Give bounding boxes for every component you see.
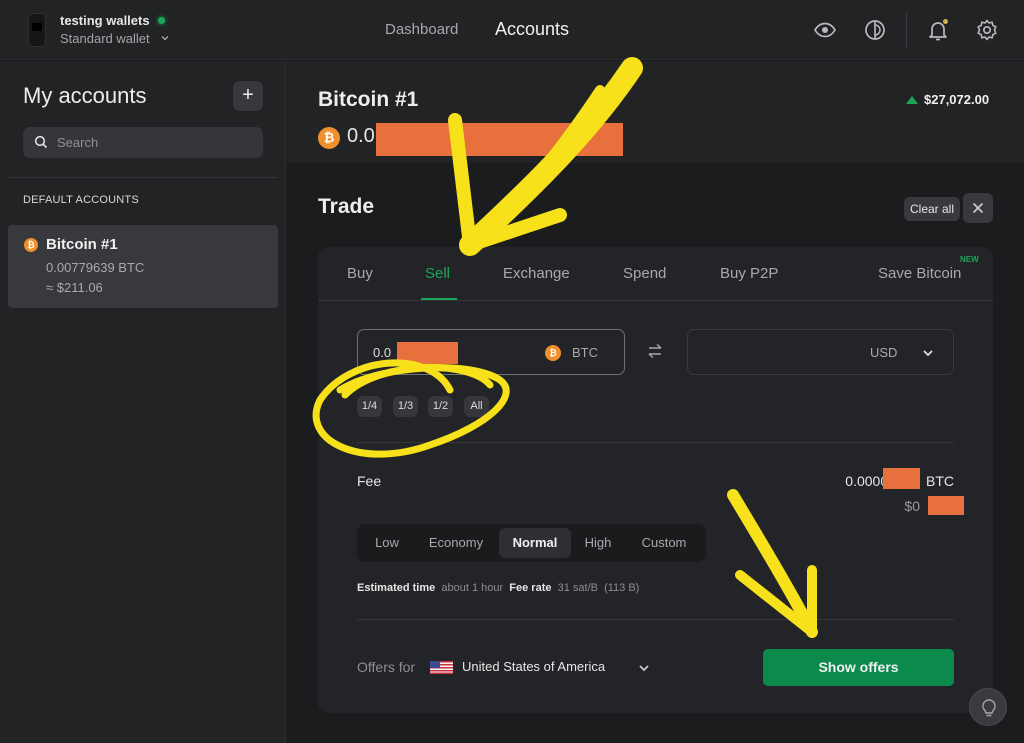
chevron-down-icon[interactable] [922, 347, 934, 359]
account-search[interactable] [23, 127, 263, 158]
lightbulb-icon [982, 699, 996, 717]
tab-exchange[interactable]: Exchange [503, 265, 570, 282]
toolbar-divider [906, 12, 907, 48]
redaction-box [397, 342, 458, 364]
fraction-half-button[interactable]: 1/2 [428, 396, 453, 417]
close-icon [972, 202, 984, 214]
fee-estimate-info: Estimated time about 1 hour Fee rate 31 … [357, 582, 639, 594]
new-badge: NEW [960, 255, 979, 264]
swap-icon[interactable] [647, 343, 663, 359]
nav-dashboard[interactable]: Dashboard [385, 21, 458, 38]
estimated-time-value: about 1 hour [441, 582, 504, 594]
estimated-time-label: Estimated time [357, 582, 436, 594]
country-selector[interactable]: United States of America [462, 659, 605, 674]
notification-badge [943, 19, 948, 24]
tips-button[interactable] [969, 688, 1007, 726]
show-offers-button[interactable]: Show offers [763, 649, 954, 686]
redaction-box [928, 496, 964, 515]
sidebar-divider [8, 177, 278, 178]
tab-save-bitcoin[interactable]: Save Bitcoin [878, 265, 961, 282]
trade-card: Buy Sell Exchange Spend Buy P2P Save Bit… [318, 247, 993, 713]
redaction-box [883, 468, 920, 489]
active-tab-indicator [421, 298, 457, 300]
connection-status-dot [158, 17, 165, 24]
receive-amount-input[interactable] [703, 330, 823, 374]
account-name: Bitcoin #1 [46, 236, 118, 253]
clear-all-button[interactable]: Clear all [904, 197, 961, 221]
fee-level-economy[interactable]: Economy [419, 528, 493, 558]
account-header: Bitcoin #1 ₿ 0.0 $27,072.00 [287, 61, 1024, 163]
account-item-bitcoin-1[interactable]: ₿ Bitcoin #1 0.00779639 BTC ≈ $211.06 [8, 225, 278, 308]
tx-size: (113 B) [604, 582, 640, 594]
chevron-down-icon[interactable] [638, 662, 650, 674]
fee-level-selector: Low Economy Normal High Custom [357, 524, 706, 562]
fee-level-low[interactable]: Low [363, 528, 411, 558]
top-bar: testing wallets Standard wallet Dashboar… [0, 0, 1024, 60]
wallet-name[interactable]: testing wallets [60, 13, 150, 28]
sidebar: My accounts + DEFAULT ACCOUNTS ₿ Bitcoin… [0, 61, 286, 743]
eye-icon[interactable] [813, 18, 837, 42]
account-fiat-balance: ≈ $211.06 [46, 280, 103, 295]
sell-currency: BTC [572, 345, 598, 360]
fee-level-custom[interactable]: Custom [629, 528, 699, 558]
receive-currency: USD [870, 345, 898, 360]
bitcoin-icon: ₿ [318, 127, 340, 149]
search-icon [34, 135, 48, 149]
fee-label: Fee [357, 473, 382, 489]
account-balance: 0.00779639 BTC [46, 260, 145, 275]
fraction-all-button[interactable]: All [464, 396, 489, 417]
trade-title: Trade [318, 195, 375, 218]
account-title: Bitcoin #1 [318, 88, 419, 111]
divider [357, 619, 954, 620]
wallet-type-selector[interactable]: Standard wallet [60, 31, 150, 46]
theme-contrast-icon[interactable] [863, 18, 887, 42]
sell-amount-field[interactable]: ₿ BTC [357, 329, 625, 375]
us-flag-icon [430, 661, 453, 674]
divider [357, 442, 954, 443]
fee-level-normal[interactable]: Normal [499, 528, 571, 558]
account-header-balance: 0.0 [347, 125, 375, 147]
search-input[interactable] [57, 127, 257, 158]
tab-buy[interactable]: Buy [347, 265, 373, 282]
redaction-box [376, 123, 623, 156]
nav-accounts[interactable]: Accounts [495, 19, 569, 40]
tab-sell[interactable]: Sell [425, 265, 450, 282]
fraction-third-button[interactable]: 1/3 [393, 396, 418, 417]
btc-price: $27,072.00 [924, 92, 990, 107]
close-trade-button[interactable] [963, 193, 993, 223]
sidebar-title: My accounts [23, 83, 147, 108]
section-label-default-accounts: DEFAULT ACCOUNTS [23, 194, 139, 206]
fee-rate-value: 31 sat/B [557, 582, 598, 594]
fee-rate-label: Fee rate [509, 582, 552, 594]
tab-spend[interactable]: Spend [623, 265, 666, 282]
chevron-down-icon[interactable] [160, 33, 170, 43]
fraction-quarter-button[interactable]: 1/4 [357, 396, 382, 417]
add-account-button[interactable]: + [233, 81, 263, 111]
gear-icon[interactable] [975, 18, 999, 42]
tab-buy-p2p[interactable]: Buy P2P [720, 265, 778, 282]
receive-currency-field[interactable]: USD [687, 329, 954, 375]
bitcoin-icon: ₿ [545, 345, 561, 361]
offers-for-label: Offers for [357, 659, 416, 675]
trade-tabs: Buy Sell Exchange Spend Buy P2P Save Bit… [318, 247, 993, 301]
hardware-wallet-icon [28, 13, 46, 47]
bitcoin-icon: ₿ [24, 238, 38, 252]
fee-level-high[interactable]: High [577, 528, 619, 558]
price-up-icon [906, 96, 918, 104]
